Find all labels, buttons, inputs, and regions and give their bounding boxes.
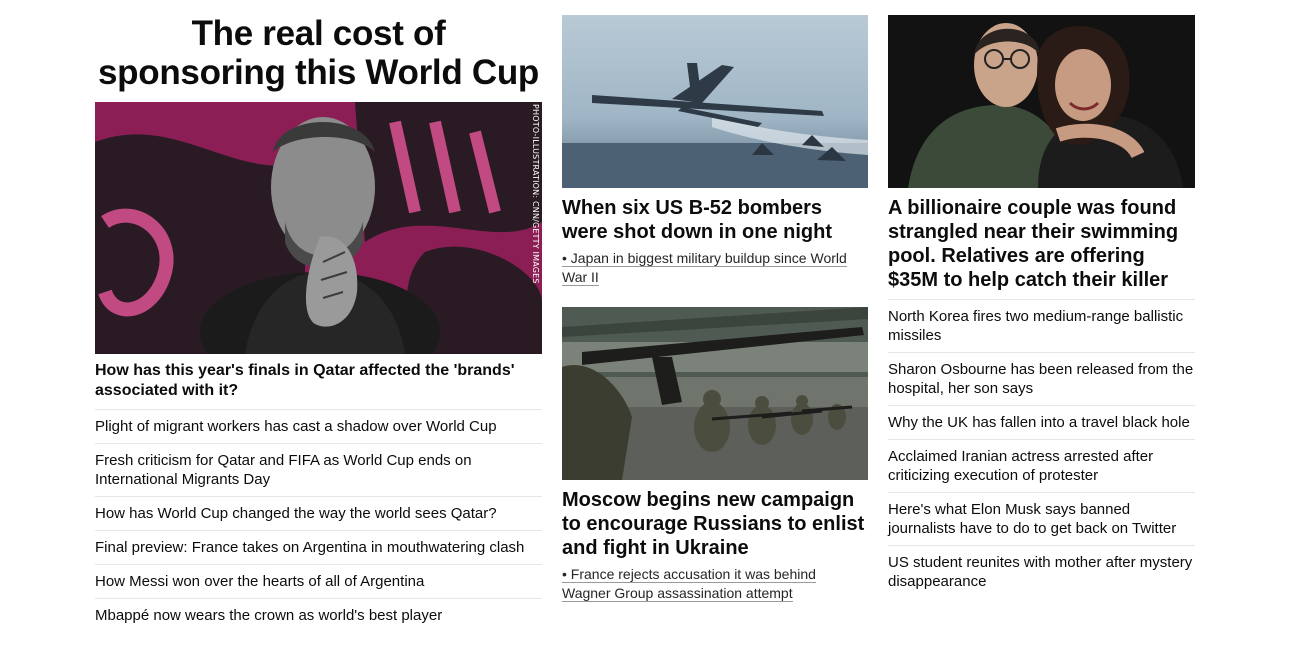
- headline-link[interactable]: Plight of migrant workers has cast a sha…: [95, 418, 497, 435]
- b52-bomber-photo: [562, 15, 868, 188]
- billionaire-headline[interactable]: A billionaire couple was found strangled…: [888, 196, 1195, 300]
- list-item[interactable]: US student reunites with mother after my…: [888, 546, 1195, 598]
- headline-link[interactable]: How Messi won over the hearts of all of …: [95, 573, 424, 590]
- list-item[interactable]: Fresh criticism for Qatar and FIFA as Wo…: [95, 444, 542, 497]
- headline-link[interactable]: US student reunites with mother after my…: [888, 554, 1192, 590]
- list-item[interactable]: Sharon Osbourne has been released from t…: [888, 353, 1195, 406]
- top-stories-link-list: North Korea fires two medium-range balli…: [888, 300, 1195, 598]
- headline-link[interactable]: Mbappé now wears the crown as world's be…: [95, 607, 442, 624]
- list-item[interactable]: How Messi won over the hearts of all of …: [95, 565, 542, 599]
- headline-link[interactable]: Why the UK has fallen into a travel blac…: [888, 414, 1190, 431]
- hero-headline-link[interactable]: The real cost of sponsoring this World C…: [98, 14, 539, 92]
- b52-bomber-image[interactable]: [562, 15, 868, 188]
- hero-image-illustration: [95, 102, 542, 354]
- right-stories: A billionaire couple was found strangled…: [888, 0, 1195, 598]
- related-link[interactable]: • France rejects accusation it was behin…: [562, 565, 868, 603]
- list-item[interactable]: Mbappé now wears the crown as world's be…: [95, 599, 542, 632]
- list-item[interactable]: How has World Cup changed the way the wo…: [95, 497, 542, 531]
- moscow-headline[interactable]: Moscow begins new campaign to encourage …: [562, 488, 868, 560]
- headline-link[interactable]: Sharon Osbourne has been released from t…: [888, 361, 1193, 397]
- photo-credit: PHOTO-ILLUSTRATION: CNN/GETTY IMAGES: [531, 104, 540, 284]
- hero-image[interactable]: PHOTO-ILLUSTRATION: CNN/GETTY IMAGES: [95, 102, 542, 354]
- list-item[interactable]: Final preview: France takes on Argentina…: [95, 531, 542, 565]
- hero-headline[interactable]: The real cost of sponsoring this World C…: [95, 14, 542, 92]
- headline-link[interactable]: Acclaimed Iranian actress arrested after…: [888, 448, 1153, 484]
- hero-subheadline[interactable]: How has this year's finals in Qatar affe…: [95, 361, 542, 410]
- japan-buildup-link[interactable]: • Japan in biggest military buildup sinc…: [562, 250, 847, 286]
- headline-link[interactable]: Here's what Elon Musk says banned journa…: [888, 501, 1176, 537]
- list-item[interactable]: Plight of migrant workers has cast a sha…: [95, 410, 542, 444]
- soldiers-image[interactable]: [562, 307, 868, 480]
- b52-headline-link[interactable]: When six US B-52 bombers were shot down …: [562, 197, 832, 243]
- soldiers-training-photo: [562, 307, 868, 480]
- france-wagner-link[interactable]: • France rejects accusation it was behin…: [562, 566, 816, 602]
- billionaire-couple-image[interactable]: [888, 15, 1195, 188]
- list-item[interactable]: Here's what Elon Musk says banned journa…: [888, 493, 1195, 546]
- related-link[interactable]: • Japan in biggest military buildup sinc…: [562, 249, 868, 287]
- headline-link[interactable]: Final preview: France takes on Argentina…: [95, 539, 524, 556]
- list-item[interactable]: Why the UK has fallen into a travel blac…: [888, 406, 1195, 440]
- world-cup-package: The real cost of sponsoring this World C…: [95, 0, 542, 632]
- billionaire-headline-link[interactable]: A billionaire couple was found strangled…: [888, 197, 1178, 291]
- b52-headline[interactable]: When six US B-52 bombers were shot down …: [562, 196, 868, 244]
- world-cup-link-list: Plight of migrant workers has cast a sha…: [95, 410, 542, 632]
- list-item[interactable]: Acclaimed Iranian actress arrested after…: [888, 440, 1195, 493]
- list-item[interactable]: North Korea fires two medium-range balli…: [888, 300, 1195, 353]
- headline-link[interactable]: North Korea fires two medium-range balli…: [888, 308, 1183, 344]
- middle-stories: When six US B-52 bombers were shot down …: [562, 0, 868, 603]
- moscow-headline-link[interactable]: Moscow begins new campaign to encourage …: [562, 489, 864, 559]
- headline-link[interactable]: Fresh criticism for Qatar and FIFA as Wo…: [95, 452, 472, 488]
- headline-link[interactable]: How has World Cup changed the way the wo…: [95, 505, 497, 522]
- couple-photo: [888, 15, 1195, 188]
